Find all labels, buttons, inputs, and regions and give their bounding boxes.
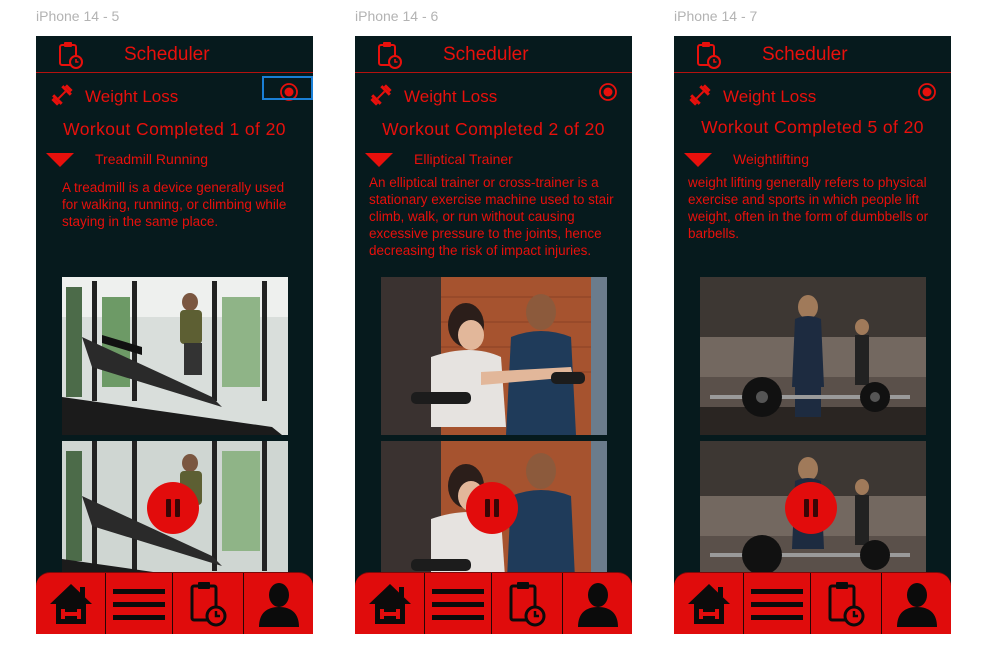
app-header: Scheduler: [36, 36, 313, 73]
phone-frame-elliptical: Scheduler Weight Loss Workout Completed …: [355, 36, 632, 634]
exercise-photo: [62, 277, 288, 435]
nav-schedule[interactable]: [811, 573, 882, 634]
nav-menu[interactable]: [425, 573, 492, 634]
nav-home[interactable]: [355, 573, 425, 634]
nav-menu[interactable]: [106, 573, 173, 634]
app-header: Scheduler: [355, 36, 632, 73]
menu-icon: [113, 589, 165, 620]
pause-button[interactable]: [466, 482, 518, 534]
exercise-photo: [700, 277, 926, 435]
frame-label: iPhone 14 - 5: [36, 8, 120, 24]
pause-icon: [494, 499, 499, 517]
exercise-name: Elliptical Trainer: [414, 151, 513, 167]
exercise-description: A treadmill is a device generally used f…: [62, 180, 287, 229]
category-row: Weight Loss: [355, 80, 632, 110]
selection-highlight: [262, 76, 313, 100]
pause-button[interactable]: [785, 482, 837, 534]
home-icon: [49, 584, 92, 624]
nav-schedule[interactable]: [173, 573, 244, 634]
clipboard-clock-icon[interactable]: [58, 41, 84, 69]
profile-icon: [577, 583, 618, 627]
dropdown-triangle-icon[interactable]: [684, 153, 712, 167]
clipboard-clock-icon[interactable]: [377, 41, 403, 69]
exercise-name: Treadmill Running: [95, 151, 209, 167]
workout-progress: Workout Completed 2 of 20: [382, 119, 605, 139]
category-label: Weight Loss: [404, 87, 498, 106]
menu-icon: [751, 589, 803, 620]
workout-progress: Workout Completed 5 of 20: [701, 117, 924, 137]
frame-label: iPhone 14 - 7: [674, 8, 758, 24]
dropdown-triangle-icon[interactable]: [365, 153, 393, 167]
menu-icon: [432, 589, 484, 620]
bottom-nav: [36, 572, 313, 634]
schedule-icon: [828, 582, 865, 627]
nav-schedule[interactable]: [492, 573, 563, 634]
pause-button[interactable]: [147, 482, 199, 534]
pause-icon: [485, 499, 490, 517]
pause-icon: [804, 499, 809, 517]
exercise-photo: [381, 277, 607, 435]
home-icon: [368, 584, 411, 624]
phone-frame-weightlifting: Scheduler Weight Loss Workout Completed …: [674, 36, 951, 634]
schedule-icon: [190, 582, 227, 627]
dumbbell-icon: [51, 84, 73, 106]
record-icon[interactable]: [598, 82, 618, 102]
category-row: Weight Loss: [674, 80, 951, 110]
nav-profile[interactable]: [882, 573, 951, 634]
exercise-name: Weightlifting: [733, 151, 810, 167]
page-title: Scheduler: [443, 44, 529, 65]
record-icon[interactable]: [917, 82, 937, 102]
dumbbell-icon: [370, 84, 392, 106]
nav-profile[interactable]: [244, 573, 313, 634]
app-header: Scheduler: [674, 36, 951, 73]
exercise-dropdown[interactable]: Weightlifting: [674, 150, 951, 170]
nav-menu[interactable]: [744, 573, 811, 634]
phone-frame-treadmill: Scheduler Weight Loss Workout Completed …: [36, 36, 313, 634]
nav-profile[interactable]: [563, 573, 632, 634]
page-title: Scheduler: [762, 44, 848, 65]
exercise-description: An elliptical trainer or cross-trainer i…: [369, 175, 614, 258]
bottom-nav: [355, 572, 632, 634]
workout-progress: Workout Completed 1 of 20: [63, 119, 286, 139]
exercise-dropdown[interactable]: Treadmill Running: [36, 150, 313, 170]
nav-home[interactable]: [36, 573, 106, 634]
frame-label: iPhone 14 - 6: [355, 8, 439, 24]
exercise-description: weight lifting generally refers to physi…: [688, 175, 929, 241]
nav-home[interactable]: [674, 573, 744, 634]
dumbbell-icon: [689, 84, 711, 106]
dropdown-triangle-icon[interactable]: [46, 153, 74, 167]
category-label: Weight Loss: [723, 87, 817, 106]
profile-icon: [896, 583, 937, 627]
bottom-nav: [674, 572, 951, 634]
pause-icon: [166, 499, 171, 517]
pause-icon: [813, 499, 818, 517]
pause-icon: [175, 499, 180, 517]
profile-icon: [258, 583, 299, 627]
clipboard-clock-icon[interactable]: [696, 41, 722, 69]
schedule-icon: [509, 582, 546, 627]
page-title: Scheduler: [124, 44, 210, 65]
category-label: Weight Loss: [85, 87, 179, 106]
home-icon: [687, 584, 730, 624]
exercise-dropdown[interactable]: Elliptical Trainer: [355, 150, 632, 170]
